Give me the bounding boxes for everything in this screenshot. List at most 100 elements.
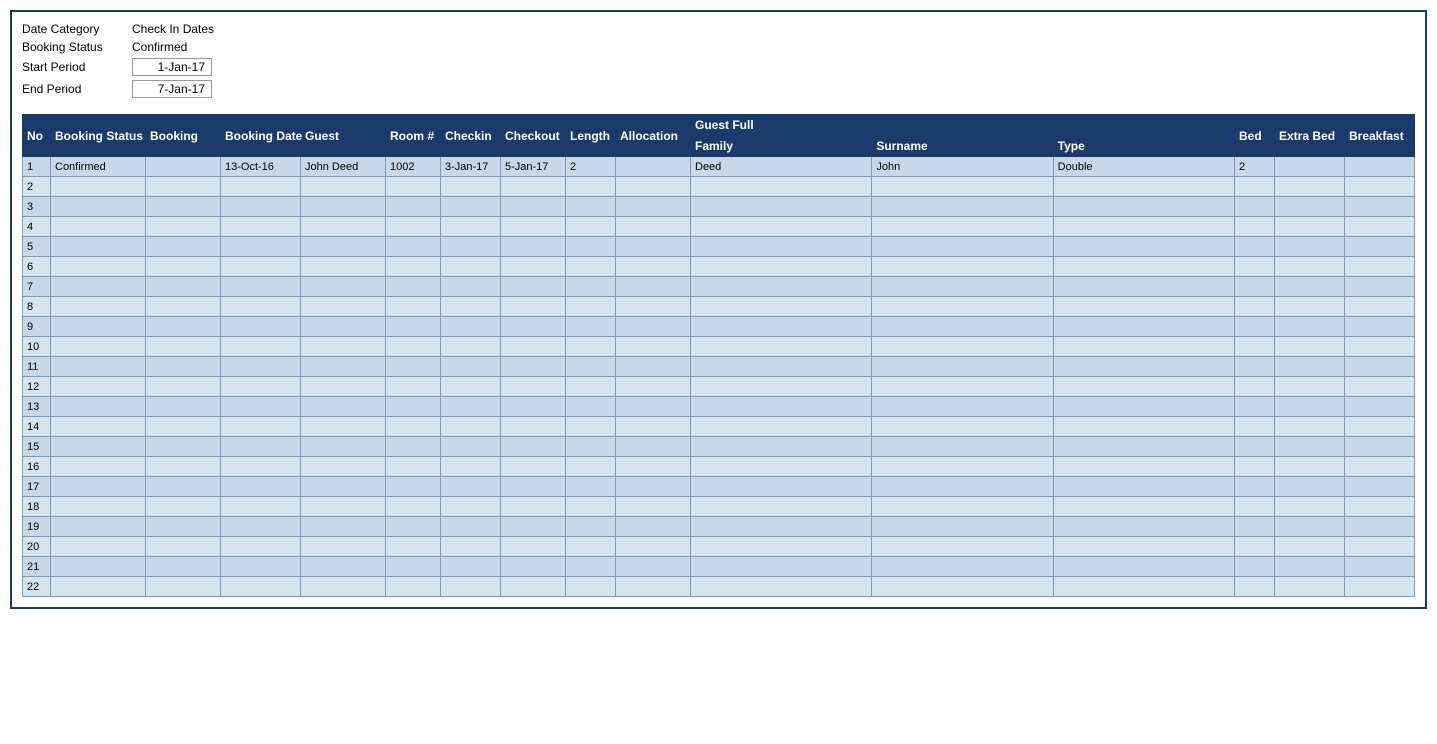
cell-checkout [501,577,566,597]
cell-length [566,477,616,497]
cell-extrabed [1275,217,1345,237]
cell-surname [872,217,1053,237]
cell-checkout [501,377,566,397]
cell-booking_status [51,577,146,597]
cell-booking [146,497,221,517]
cell-bed [1235,417,1275,437]
cell-length: 2 [566,157,616,177]
cell-booking_date [221,317,301,337]
cell-surname [872,437,1053,457]
cell-type [1053,517,1234,537]
cell-extrabed [1275,257,1345,277]
cell-bed [1235,537,1275,557]
cell-booking [146,237,221,257]
table-row: 6 [23,257,1415,277]
col-header-checkin: Checkin [441,115,501,157]
col-header-guest: Guest [301,115,386,157]
cell-no: 21 [23,557,51,577]
cell-checkin: 3-Jan-17 [441,157,501,177]
cell-no: 10 [23,337,51,357]
table-row: 9 [23,317,1415,337]
bookings-table: No Booking Status Booking Booking Date G… [22,114,1415,597]
table-row: 1Confirmed13-Oct-16John Deed10023-Jan-17… [23,157,1415,177]
cell-checkout [501,277,566,297]
col-header-room: Room # [386,115,441,157]
cell-surname [872,417,1053,437]
cell-room: 1002 [386,157,441,177]
cell-no: 13 [23,397,51,417]
cell-guest [301,457,386,477]
cell-booking [146,157,221,177]
cell-bed [1235,517,1275,537]
cell-checkin [441,197,501,217]
filter-row-booking-status: Booking Status Confirmed [22,40,1415,54]
cell-breakfast [1345,317,1415,337]
cell-family [691,177,872,197]
table-row: 17 [23,477,1415,497]
cell-no: 1 [23,157,51,177]
cell-booking_date [221,277,301,297]
cell-guest [301,317,386,337]
cell-no: 4 [23,217,51,237]
end-period-value[interactable]: 7-Jan-17 [132,80,212,98]
cell-checkin [441,477,501,497]
cell-family [691,357,872,377]
cell-breakfast [1345,417,1415,437]
cell-length [566,397,616,417]
cell-checkin [441,577,501,597]
cell-room [386,217,441,237]
cell-breakfast [1345,237,1415,257]
cell-extrabed [1275,197,1345,217]
cell-booking_status [51,337,146,357]
filter-row-start-period: Start Period 1-Jan-17 [22,58,1415,76]
cell-booking_status [51,457,146,477]
start-period-value[interactable]: 1-Jan-17 [132,58,212,76]
cell-booking_date [221,477,301,497]
cell-length [566,537,616,557]
cell-checkin [441,497,501,517]
cell-type [1053,457,1234,477]
cell-family [691,337,872,357]
cell-breakfast [1345,557,1415,577]
cell-breakfast [1345,257,1415,277]
cell-guest [301,217,386,237]
cell-booking_status [51,417,146,437]
cell-length [566,437,616,457]
cell-bed [1235,377,1275,397]
cell-booking [146,517,221,537]
cell-allocation [616,337,691,357]
cell-allocation [616,317,691,337]
cell-breakfast [1345,357,1415,377]
cell-family [691,417,872,437]
cell-booking [146,457,221,477]
start-period-label: Start Period [22,60,132,74]
cell-booking_status [51,257,146,277]
cell-no: 7 [23,277,51,297]
cell-surname [872,497,1053,517]
table-row: 13 [23,397,1415,417]
cell-family [691,437,872,457]
cell-family [691,537,872,557]
end-period-label: End Period [22,82,132,96]
cell-type [1053,297,1234,317]
cell-checkin [441,297,501,317]
cell-surname [872,277,1053,297]
cell-booking_date [221,177,301,197]
cell-room [386,197,441,217]
cell-bed [1235,457,1275,477]
cell-breakfast [1345,377,1415,397]
cell-booking [146,277,221,297]
cell-checkout [501,217,566,237]
cell-booking [146,317,221,337]
cell-allocation [616,497,691,517]
filter-row-date-category: Date Category Check In Dates [22,22,1415,36]
cell-surname [872,397,1053,417]
table-row: 18 [23,497,1415,517]
cell-checkout [501,477,566,497]
table-body: 1Confirmed13-Oct-16John Deed10023-Jan-17… [23,157,1415,597]
cell-booking_date [221,297,301,317]
cell-bed [1235,217,1275,237]
cell-booking [146,257,221,277]
header-row-top: No Booking Status Booking Booking Date G… [23,115,1415,136]
cell-type [1053,197,1234,217]
